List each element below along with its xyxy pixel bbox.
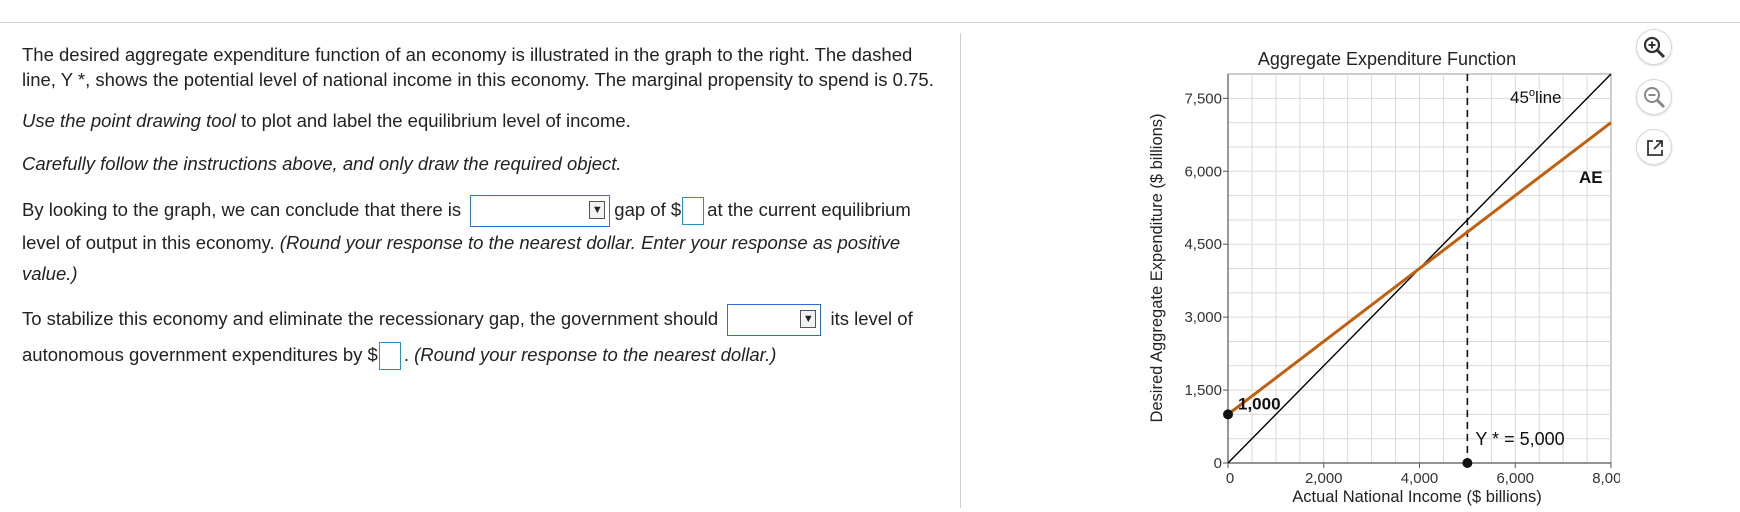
y-tick-label: 4,500	[1184, 236, 1222, 253]
instruction-italic: Use the point drawing tool	[22, 110, 236, 131]
chart-title: Aggregate Expenditure Function	[1258, 49, 1516, 69]
x-axis-title: Actual National Income ($ billions)	[1292, 488, 1541, 506]
gap-text-b: gap of $	[614, 199, 682, 220]
popout-button[interactable]	[1636, 129, 1672, 165]
question-instruction: Use the point drawing tool to plot and l…	[22, 108, 942, 133]
y-tick-label: 7,500	[1184, 90, 1222, 107]
ae-chart[interactable]: 0 2,000 4,000 6,000 8,000 0 1,500 3,000 4,500 6,0…	[1140, 30, 1620, 510]
y-tick-label: 3,000	[1184, 309, 1222, 326]
zoom-in-button[interactable]	[1636, 29, 1672, 65]
question-caution: Carefully follow the instructions above,…	[22, 151, 942, 176]
top-divider	[0, 22, 1740, 23]
zoom-in-icon	[1643, 36, 1666, 59]
caution-italic: Carefully follow the instructions above,…	[22, 153, 622, 174]
policy-action-dropdown[interactable]: ▼	[727, 304, 822, 337]
x-tick-label: 8,000	[1592, 470, 1620, 487]
stabilize-rounding-note: (Round your response to the nearest doll…	[414, 344, 777, 366]
zoom-out-button[interactable]	[1636, 79, 1672, 115]
ae-label: AE	[1579, 168, 1603, 187]
x-tick-label: 0	[1226, 470, 1234, 487]
y-axis-title: Desired Aggregate Expenditure ($ billion…	[1148, 113, 1166, 422]
data-point	[1223, 409, 1233, 420]
chart-svg[interactable]: 0 2,000 4,000 6,000 8,000 0 1,500 3,000 4,500 6,0…	[1140, 30, 1620, 510]
stabilize-text-c: .	[403, 344, 409, 366]
y-tick-label: 1,500	[1184, 382, 1222, 399]
potential-output-label: Y * = 5,000	[1475, 429, 1564, 449]
zoom-out-icon	[1644, 87, 1666, 109]
gap-question: By looking to the graph, we can conclude…	[22, 194, 942, 289]
gap-type-dropdown[interactable]: ▼	[470, 195, 611, 228]
intercept-label: 1,000	[1238, 394, 1281, 413]
label-45-line: 45oline	[1510, 87, 1562, 107]
question-intro: The desired aggregate expenditure functi…	[22, 44, 934, 90]
chevron-down-icon: ▼	[589, 201, 606, 220]
x-tick-label: 6,000	[1496, 470, 1534, 487]
popout-icon	[1647, 140, 1663, 156]
question-text: The desired aggregate expenditure functi…	[22, 42, 942, 373]
stabilize-text-a: To stabilize this economy and eliminate …	[22, 308, 719, 330]
x-tick-label: 2,000	[1305, 470, 1343, 487]
x-tick-label: 4,000	[1401, 470, 1439, 487]
y-tick-label: 0	[1214, 455, 1222, 472]
chevron-down-icon: ▼	[800, 310, 817, 329]
instruction-rest: to plot and label the equilibrium level …	[235, 110, 631, 131]
panel-divider	[960, 33, 961, 508]
y-tick-label: 6,000	[1184, 163, 1222, 180]
gap-text-a: By looking to the graph, we can conclude…	[22, 199, 462, 220]
spending-change-input[interactable]	[378, 342, 401, 371]
stabilize-question: To stabilize this economy and eliminate …	[22, 301, 942, 373]
data-point	[1462, 458, 1473, 468]
gap-amount-input[interactable]	[682, 197, 705, 226]
